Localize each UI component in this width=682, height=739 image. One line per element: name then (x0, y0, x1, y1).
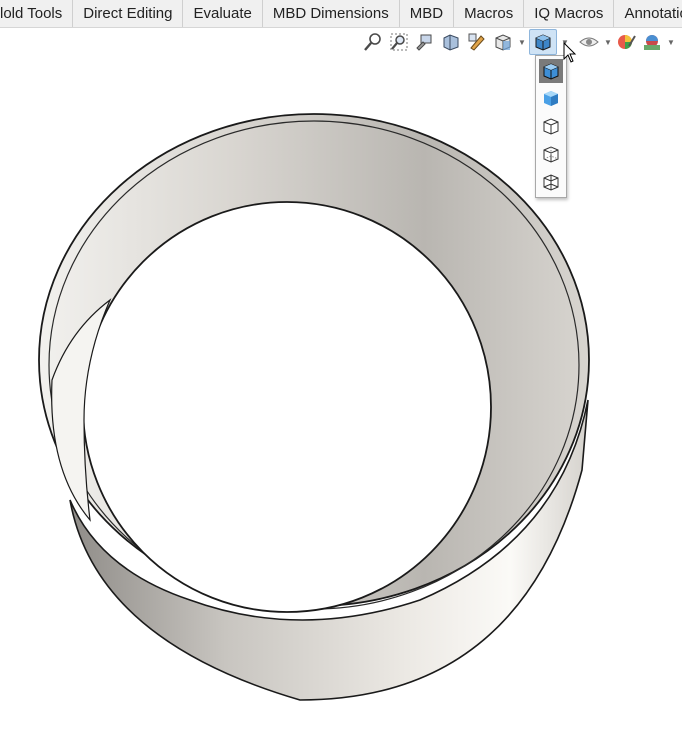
zoom-to-fit-icon[interactable] (362, 31, 384, 53)
tab-mbd[interactable]: MBD (400, 0, 455, 27)
tab-annotations[interactable]: Annotations (614, 0, 682, 27)
wireframe-icon (543, 174, 559, 191)
tab-evaluate[interactable]: Evaluate (183, 0, 263, 27)
shaded-option[interactable] (539, 86, 563, 110)
tab-iq-macros[interactable]: IQ Macros (524, 0, 615, 27)
display-style-icon[interactable] (529, 29, 557, 55)
hide-show-dropdown-icon[interactable]: ▼ (604, 38, 612, 47)
shaded-with-edges-icon (543, 63, 559, 80)
shaded-icon (544, 91, 558, 106)
display-style-flyout (535, 55, 567, 198)
tab-mbd-dimensions[interactable]: MBD Dimensions (263, 0, 400, 27)
mouse-cursor-icon (563, 42, 577, 63)
previous-view-icon[interactable] (414, 31, 436, 53)
hidden-lines-visible-icon (543, 146, 559, 163)
hidden-lines-removed-icon (543, 118, 559, 135)
ring-inner-hole (82, 201, 492, 613)
tab-mold-tools[interactable]: lold Tools (0, 0, 74, 27)
tab-direct-editing[interactable]: Direct Editing (73, 0, 184, 27)
view-orientation-dropdown-icon[interactable]: ▼ (518, 38, 526, 47)
hidden-lines-visible-option[interactable] (539, 142, 563, 166)
hide-show-items-icon[interactable] (578, 31, 600, 53)
dynamic-annotation-views-icon[interactable] (466, 31, 488, 53)
command-manager-tabs: lold Tools Direct Editing Evaluate MBD D… (0, 0, 682, 28)
wireframe-option[interactable] (539, 170, 563, 194)
apply-scene-dropdown-icon[interactable]: ▼ (667, 38, 675, 47)
section-view-icon[interactable] (440, 31, 462, 53)
heads-up-view-toolbar: ▼ ▼ ▼ ▼ (362, 29, 678, 55)
graphics-area[interactable] (0, 28, 682, 739)
view-orientation-icon[interactable] (492, 31, 514, 53)
ring-model[interactable] (38, 113, 590, 701)
apply-scene-icon[interactable] (641, 31, 663, 53)
shaded-with-edges-option[interactable] (539, 59, 563, 83)
edit-appearance-icon[interactable] (615, 31, 637, 53)
hidden-lines-removed-option[interactable] (539, 114, 563, 138)
tab-macros[interactable]: Macros (454, 0, 525, 27)
zoom-to-area-icon[interactable] (388, 31, 410, 53)
